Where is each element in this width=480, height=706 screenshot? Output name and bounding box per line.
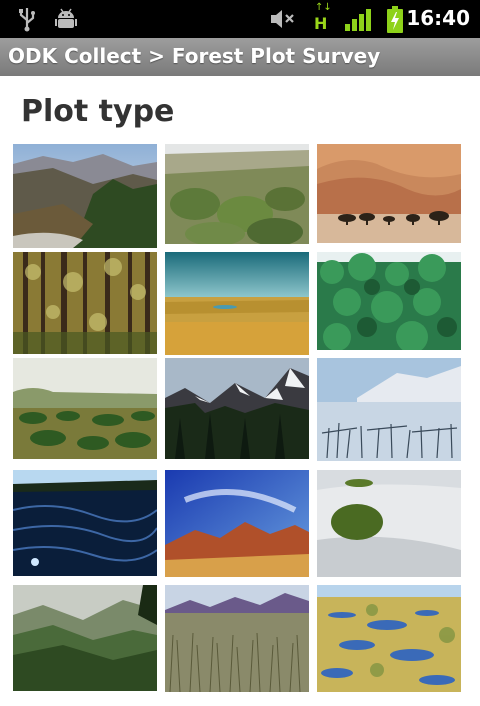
app-title: ODK Collect > Forest Plot Survey: [8, 44, 381, 68]
clock: 16:40: [406, 6, 470, 30]
choice-misty-mountain-forest[interactable]: [13, 585, 157, 691]
choice-sand-dune-shrub[interactable]: [317, 470, 461, 577]
mute-icon: [271, 10, 294, 28]
choice-steppe-grassland[interactable]: [165, 585, 309, 692]
title-bar: ODK Collect > Forest Plot Survey: [0, 38, 480, 76]
signal-icon: [345, 9, 371, 31]
choice-tropical-forest[interactable]: [317, 252, 461, 350]
usb-icon: [19, 8, 35, 32]
choice-woodland[interactable]: [13, 252, 157, 354]
battery-charging-icon: [387, 6, 403, 33]
choice-mountain-forest-valley[interactable]: [13, 144, 157, 248]
question-label: Plot type: [21, 94, 175, 129]
choice-ocean-coast[interactable]: [13, 470, 157, 576]
choice-alpine-conifer[interactable]: [165, 358, 309, 459]
choice-red-desert-mountains[interactable]: [165, 470, 309, 577]
choice-savanna[interactable]: [13, 358, 157, 459]
choice-wetland[interactable]: [317, 585, 461, 692]
hspa-data-icon: ↑↓ H: [314, 2, 332, 34]
network-type-label: H: [314, 14, 328, 33]
choice-desert-dunes-savanna[interactable]: [317, 144, 461, 243]
choice-tundra[interactable]: [317, 358, 461, 461]
android-debug-icon: [55, 8, 77, 28]
status-bar: ↑↓ H 16:40: [0, 0, 480, 38]
choice-grassland[interactable]: [165, 252, 309, 355]
choice-shrubland[interactable]: [165, 144, 309, 244]
